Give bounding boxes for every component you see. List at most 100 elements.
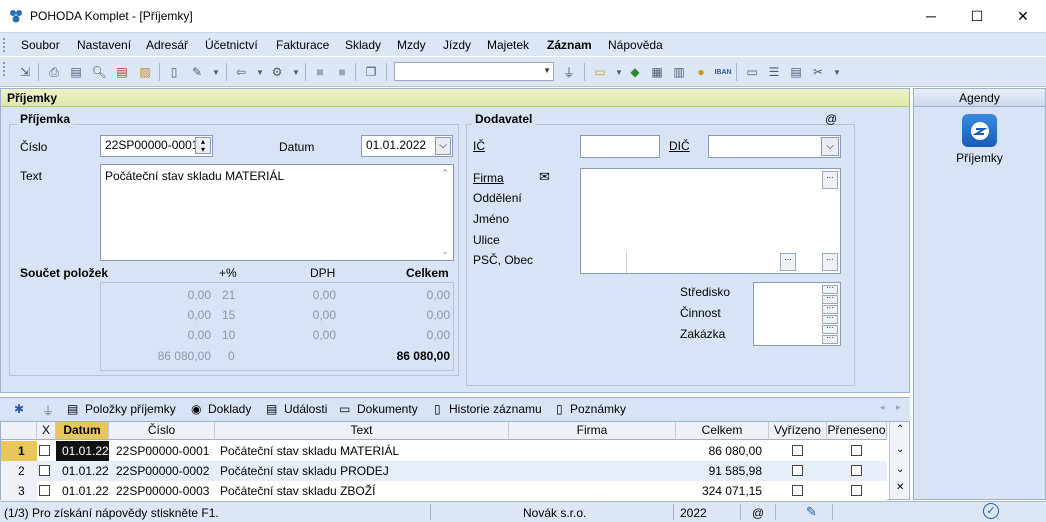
exit-icon[interactable]: ⇲ bbox=[16, 63, 34, 81]
menu-zaznam[interactable]: Záznam bbox=[547, 38, 592, 52]
scroll-bottom-icon[interactable]: ⌄ bbox=[896, 464, 904, 475]
tab-doklady[interactable]: Doklady bbox=[208, 402, 251, 416]
menu-mzdy[interactable]: Mzdy bbox=[397, 38, 426, 52]
text-field[interactable]: Počáteční stav skladu MATERIÁL ⌃ ⌄ bbox=[100, 164, 454, 261]
print-icon[interactable]: ▤ bbox=[67, 63, 85, 81]
dic-field[interactable]: ⌵ bbox=[708, 135, 841, 158]
filter-icon[interactable]: ⏚ bbox=[42, 402, 54, 419]
export-icon[interactable]: ▧ bbox=[136, 63, 154, 81]
close-filter-icon[interactable]: ✕ bbox=[896, 482, 904, 493]
menu-majetek[interactable]: Majetek bbox=[487, 38, 529, 52]
col-datum[interactable]: Datum bbox=[56, 422, 109, 440]
calendar-dropdown-icon[interactable]: ⌵ bbox=[435, 137, 451, 155]
back-dropdown-icon[interactable]: ▼ bbox=[251, 63, 269, 81]
filter-icon[interactable]: ⏚ bbox=[560, 63, 578, 81]
ic-field[interactable] bbox=[580, 135, 660, 158]
zakazka-more-icon-2[interactable]: ··· bbox=[822, 334, 838, 344]
calculator-icon[interactable]: ▦ bbox=[648, 63, 666, 81]
list-icon[interactable]: ☰ bbox=[765, 63, 783, 81]
preview-icon[interactable]: 🔍︎ bbox=[90, 63, 108, 81]
close-button[interactable]: ✕ bbox=[1000, 0, 1046, 32]
folder-icon[interactable]: ▭ bbox=[591, 63, 609, 81]
table-row[interactable]: 1 01.01.22 22SP00000-0001 Počáteční stav… bbox=[1, 441, 887, 461]
col-firma[interactable]: Firma bbox=[509, 422, 676, 440]
table-scrollbar[interactable]: ⌃ ⌄ ⌄ ✕ bbox=[889, 422, 909, 499]
money-icon[interactable]: ◆ bbox=[626, 63, 644, 81]
settings-dropdown-icon[interactable]: ▼ bbox=[287, 63, 305, 81]
tools-icon[interactable]: ✂ bbox=[809, 63, 827, 81]
wizard-icon[interactable]: ✎ bbox=[188, 63, 206, 81]
scroll-down-icon[interactable]: ⌄ bbox=[441, 246, 449, 257]
datum-field[interactable]: 01.01.2022 ⌵ bbox=[361, 135, 453, 157]
save-icon[interactable]: ■ bbox=[311, 63, 329, 81]
scroll-down-icon[interactable]: ⌄ bbox=[896, 444, 904, 455]
chevron-down-icon[interactable]: ⌵ bbox=[821, 137, 839, 156]
psc-more-icon[interactable]: ··· bbox=[822, 253, 838, 271]
tab-polozky[interactable]: Položky příjemky bbox=[85, 402, 176, 416]
cislo-spin-icon[interactable]: ▴ ▾ bbox=[195, 137, 211, 154]
col-x[interactable]: X bbox=[37, 422, 56, 440]
tab-scroll-right-icon[interactable]: ▸ bbox=[896, 402, 901, 413]
col-text[interactable]: Text bbox=[215, 422, 509, 440]
row-preneseno-checkbox[interactable] bbox=[851, 485, 862, 496]
col-preneseno[interactable]: Přeneseno bbox=[827, 422, 887, 440]
row-vyrizeno-checkbox[interactable] bbox=[792, 445, 803, 456]
firma-more-icon[interactable]: ··· bbox=[822, 171, 838, 189]
pdf-icon[interactable]: ▤ bbox=[113, 63, 131, 81]
form-icon[interactable]: ▤ bbox=[787, 63, 805, 81]
menu-soubor[interactable]: Soubor bbox=[21, 38, 60, 52]
tab-udalosti[interactable]: Události bbox=[284, 402, 327, 416]
table-row[interactable]: 3 01.01.22 22SP00000-0003 Počáteční stav… bbox=[1, 481, 887, 501]
coins-icon[interactable]: ● bbox=[692, 63, 710, 81]
message-icon[interactable]: ▭ bbox=[743, 63, 761, 81]
menu-ucetnictvi[interactable]: Účetnictví bbox=[205, 38, 258, 52]
row-checkbox[interactable] bbox=[39, 465, 50, 476]
prijemky-agenda-icon[interactable] bbox=[962, 114, 997, 147]
tab-poznamky[interactable]: Poznámky bbox=[570, 402, 626, 416]
tab-scroll-left-icon[interactable]: ◂ bbox=[880, 402, 885, 413]
table-row[interactable]: 2 01.01.22 22SP00000-0002 Počáteční stav… bbox=[1, 461, 887, 481]
copy-icon[interactable]: ❐ bbox=[362, 63, 380, 81]
wizard-dropdown-icon[interactable]: ▼ bbox=[207, 63, 225, 81]
cislo-field[interactable]: 22SP00000-0001 ▴ ▾ bbox=[100, 135, 213, 157]
row-checkbox[interactable] bbox=[39, 485, 50, 496]
dic-label[interactable]: DIČ bbox=[669, 139, 690, 153]
col-cislo[interactable]: Číslo bbox=[109, 422, 215, 440]
row-checkbox[interactable] bbox=[39, 445, 50, 456]
tab-dokumenty[interactable]: Dokumenty bbox=[357, 402, 418, 416]
menu-sklady[interactable]: Sklady bbox=[345, 38, 381, 52]
menu-nastaveni[interactable]: Nastavení bbox=[77, 38, 131, 52]
print-setup-icon[interactable]: ⎙ bbox=[45, 63, 63, 81]
quick-search-combo[interactable]: ▼ bbox=[394, 62, 554, 81]
col-celkem[interactable]: Celkem bbox=[676, 422, 769, 440]
ic-label[interactable]: IČ bbox=[473, 139, 485, 153]
tab-historie[interactable]: Historie záznamu bbox=[449, 402, 542, 416]
menu-napoveda[interactable]: Nápověda bbox=[608, 38, 663, 52]
row-preneseno-checkbox[interactable] bbox=[851, 445, 862, 456]
col-vyrizeno[interactable]: Vyřízeno bbox=[769, 422, 827, 440]
tab-new-icon[interactable]: ✱ bbox=[14, 402, 24, 416]
scroll-up-icon[interactable]: ⌃ bbox=[896, 424, 904, 435]
minimize-button[interactable]: ─ bbox=[908, 0, 954, 32]
new-record-icon[interactable]: ▯ bbox=[165, 63, 183, 81]
row-vyrizeno-checkbox[interactable] bbox=[792, 465, 803, 476]
menu-jizdy[interactable]: Jízdy bbox=[443, 38, 471, 52]
row-preneseno-checkbox[interactable] bbox=[851, 465, 862, 476]
menu-fakturace[interactable]: Fakturace bbox=[276, 38, 329, 52]
iban-icon[interactable]: IBAN bbox=[714, 63, 732, 81]
prijemky-agenda-label[interactable]: Příjemky bbox=[914, 151, 1045, 165]
settings-icon[interactable]: ⚙ bbox=[268, 63, 286, 81]
obec-more-icon[interactable]: ··· bbox=[780, 253, 796, 271]
address-book-icon[interactable]: ✉ bbox=[539, 169, 550, 185]
scroll-up-icon[interactable]: ⌃ bbox=[441, 168, 449, 179]
menu-adresar[interactable]: Adresář bbox=[146, 38, 188, 52]
save-all-icon[interactable]: ■ bbox=[333, 63, 351, 81]
email-icon[interactable]: @ bbox=[825, 112, 837, 126]
tools-dropdown-icon[interactable]: ▼ bbox=[828, 63, 846, 81]
row-vyrizeno-checkbox[interactable] bbox=[792, 485, 803, 496]
back-icon[interactable]: ⇦ bbox=[232, 63, 250, 81]
stredisko-cinnost-zakazka-field[interactable]: ··· ··· ··· ··· ··· ··· bbox=[753, 282, 841, 346]
maximize-button[interactable]: ☐ bbox=[954, 0, 1000, 32]
address-field[interactable]: ··· ··· ··· bbox=[580, 168, 841, 274]
calendar-icon[interactable]: ▥ bbox=[670, 63, 688, 81]
